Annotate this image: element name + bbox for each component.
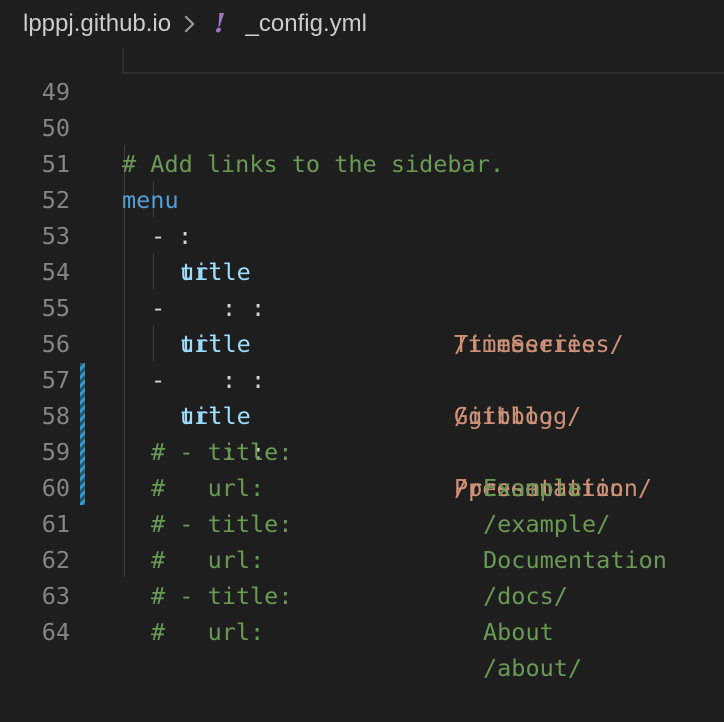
code-line[interactable]: 56 - title : Presentation	[0, 290, 724, 502]
code-line[interactable]: 54 - title : Gitblog	[0, 218, 724, 430]
code-line[interactable]: 53 url : /timeseries/	[0, 182, 724, 358]
chevron-right-icon	[177, 15, 195, 33]
breadcrumb: lpppj.github.io ! _config.yml	[0, 0, 724, 48]
line-number: 64	[41, 618, 70, 646]
code-line[interactable]: 52 - title : TimeSeries	[0, 146, 724, 358]
code-line[interactable]: 61 # url: /docs/	[0, 470, 724, 610]
yaml-exclamation-icon: !	[214, 9, 226, 39]
code-line[interactable]: 60 # - title: Documentation	[0, 434, 724, 574]
code-line[interactable]: 64	[0, 578, 724, 646]
code-line[interactable]: 57 url : /presentation/	[0, 326, 724, 502]
commented-value: /about/	[483, 654, 583, 682]
breadcrumb-file[interactable]: _config.yml	[246, 10, 367, 38]
code-line[interactable]: 50 # Add links to the sidebar.	[0, 74, 724, 178]
code-line[interactable]: 51 menu :	[0, 110, 724, 250]
code-line[interactable]: 59 # url: /example/	[0, 398, 724, 538]
code-line[interactable]: 62 # - title: About	[0, 506, 724, 646]
commented-key: # url:	[151, 618, 265, 646]
breadcrumb-folder[interactable]: lpppj.github.io	[23, 10, 171, 38]
code-editor[interactable]: 49 50 # Add links to the sidebar. 51 men…	[0, 0, 724, 682]
code-line[interactable]: 55 url : /gitblog/	[0, 254, 724, 430]
commented-value: About	[483, 618, 554, 646]
code-line[interactable]: 58 # - title: Example	[0, 362, 724, 502]
code-line[interactable]: 63 # url: /about/	[0, 542, 724, 682]
